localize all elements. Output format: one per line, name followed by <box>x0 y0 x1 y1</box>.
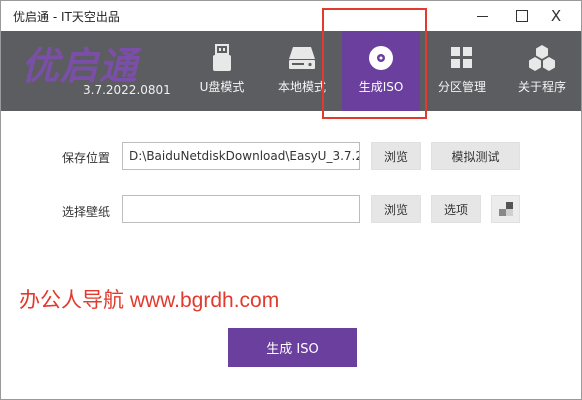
app-window: 优启通 - IT天空出品 X 优启通 3.7.2022.0801 U盘模式 本地… <box>0 0 582 400</box>
version-label: 3.7.2022.0801 <box>83 83 171 97</box>
tab-create-iso-label: 生成ISO <box>358 80 404 94</box>
close-button[interactable]: X <box>539 3 573 29</box>
save-location-field[interactable]: D:\BaiduNetdiskDownload\EasyU_3.7.2022 <box>122 142 360 170</box>
window-title: 优启通 - IT天空出品 <box>13 10 120 24</box>
color-picker-button[interactable] <box>491 195 520 223</box>
maximize-button[interactable] <box>505 3 539 29</box>
checker-icon <box>498 202 513 216</box>
minimize-button[interactable] <box>465 3 499 29</box>
browse-save-button[interactable]: 浏览 <box>371 142 421 170</box>
browse-wallpaper-button[interactable]: 浏览 <box>371 195 421 223</box>
simulate-test-button[interactable]: 模拟测试 <box>431 142 520 170</box>
app-logo: 优启通 <box>21 44 139 88</box>
close-icon: X <box>550 7 562 25</box>
toolbar: 优启通 3.7.2022.0801 U盘模式 本地模式 生成ISO 分区管理 关… <box>1 31 581 111</box>
wallpaper-field[interactable] <box>122 195 360 223</box>
tab-usb-mode-label: U盘模式 <box>199 80 245 94</box>
create-iso-button[interactable]: 生成 ISO <box>228 328 357 367</box>
tab-partition-label: 分区管理 <box>437 80 486 94</box>
wallpaper-label: 选择壁纸 <box>62 205 111 219</box>
tab-about[interactable]: 关于程序 <box>503 31 581 111</box>
tab-create-iso[interactable]: 生成ISO <box>342 31 420 111</box>
disc-icon <box>366 43 396 73</box>
tab-about-label: 关于程序 <box>517 80 566 94</box>
minimize-icon <box>476 15 488 17</box>
tab-local-mode[interactable]: 本地模式 <box>263 31 341 111</box>
watermark-text: 办公人导航 www.bgrdh.com <box>19 289 280 312</box>
save-location-label: 保存位置 <box>62 151 111 165</box>
tab-local-mode-label: 本地模式 <box>277 80 326 94</box>
hard-disk-icon <box>287 43 317 73</box>
tab-partition[interactable]: 分区管理 <box>423 31 501 111</box>
grid-icon <box>447 43 477 73</box>
maximize-icon <box>516 10 528 22</box>
options-button[interactable]: 选项 <box>431 195 481 223</box>
hexagons-icon <box>527 43 557 73</box>
tab-usb-mode[interactable]: U盘模式 <box>183 31 261 111</box>
title-bar: 优启通 - IT天空出品 X <box>1 1 581 31</box>
usb-drive-icon <box>207 43 237 73</box>
